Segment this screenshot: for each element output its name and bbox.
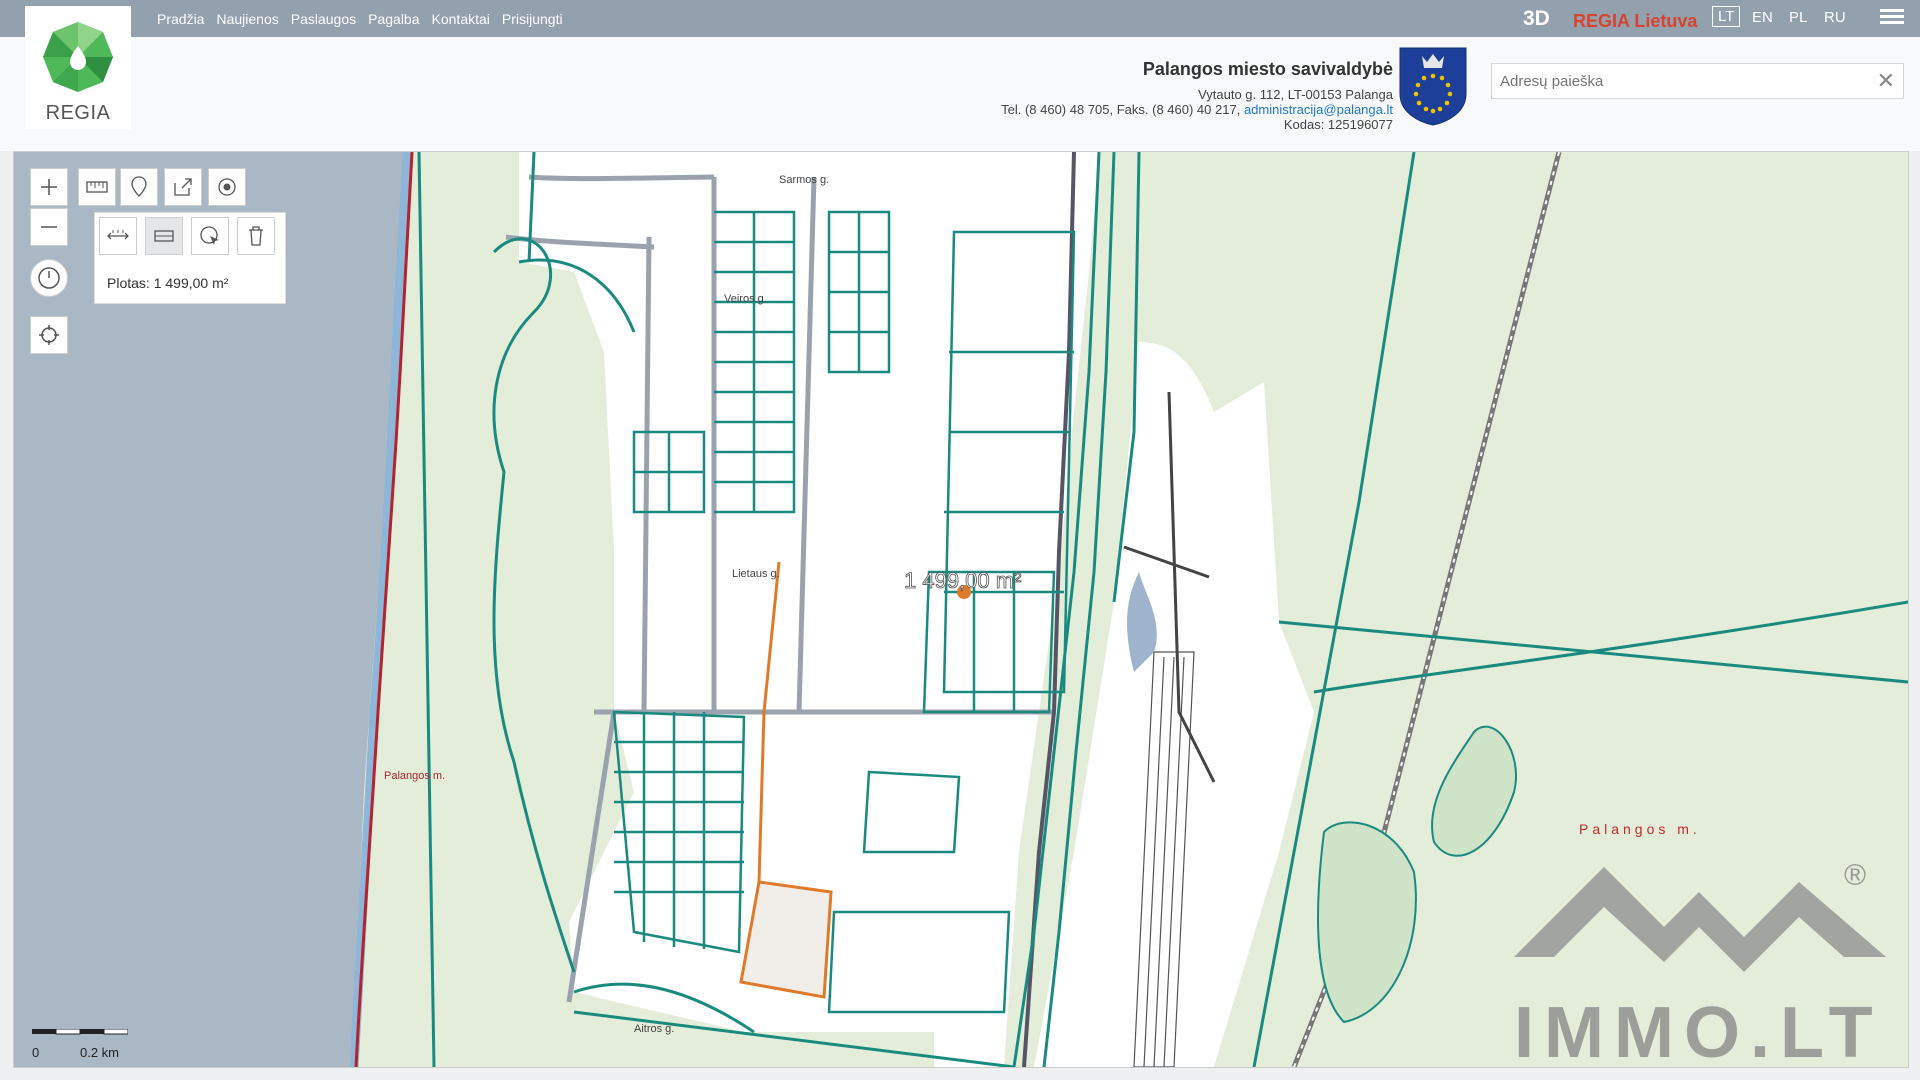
municipality-phone: Tel. (8 460) 48 705, Faks. (8 460) 40 21…	[1001, 102, 1241, 117]
regia-logo-icon	[43, 22, 113, 92]
lang-lt[interactable]: LT	[1712, 6, 1741, 27]
cursor-globe-icon	[200, 226, 219, 245]
airport-zone	[1034, 342, 1314, 1067]
3d-button[interactable]: 3D	[1523, 7, 1550, 31]
share-button[interactable]	[164, 168, 202, 206]
scale-bar	[32, 1029, 128, 1035]
distance-icon	[107, 230, 129, 240]
minus-icon	[41, 226, 57, 228]
lang-en[interactable]: EN	[1752, 9, 1773, 26]
brand-label[interactable]: REGIA Lietuva	[1573, 11, 1697, 32]
pin-icon	[131, 176, 147, 197]
street-label: Lietaus g.	[732, 568, 780, 580]
logo[interactable]: REGIA	[25, 6, 131, 129]
nav-item-prisijungti[interactable]: Prisijungti	[502, 11, 563, 27]
logo-text: REGIA	[45, 102, 111, 124]
municipality-address: Vytauto g. 112, LT-00153 Palanga	[1198, 87, 1393, 102]
measure-area-button[interactable]	[145, 217, 183, 255]
green-patch	[1317, 821, 1417, 1024]
target-icon	[218, 178, 236, 196]
main-nav: Pradžia Naujienos Paslaugos Pagalba Kont…	[157, 0, 563, 37]
history-button[interactable]	[30, 259, 68, 297]
nav-item-kontaktai[interactable]: Kontaktai	[432, 11, 490, 27]
municipality-email-link[interactable]: administracija@palanga.lt	[1244, 102, 1393, 117]
green-patch	[1431, 725, 1517, 857]
close-icon[interactable]: ✕	[1877, 68, 1895, 94]
street-label: Sarmos g.	[779, 174, 829, 186]
crosshair-icon	[39, 325, 59, 345]
measure-tool-button[interactable]	[78, 168, 116, 206]
place-label: Palangos m.	[384, 770, 445, 782]
ruler-icon	[86, 181, 108, 193]
coat-of-arms-icon	[1399, 47, 1467, 126]
locate-button[interactable]	[30, 316, 68, 354]
measure-panel: Plotas: 1 499,00 m²	[94, 212, 286, 304]
selected-parcel[interactable]	[739, 880, 833, 999]
nav-item-pagalba[interactable]: Pagalba	[368, 11, 419, 27]
menu-icon[interactable]	[1880, 9, 1904, 29]
address-search: ✕	[1491, 63, 1904, 99]
select-parcel-button[interactable]	[191, 217, 229, 255]
search-input[interactable]	[1492, 64, 1862, 98]
delete-button[interactable]	[237, 217, 275, 255]
scale-distance: 0.2 km	[80, 1045, 120, 1060]
measure-label: 1 499,00 m²	[904, 568, 1021, 593]
watermark-text: IMMO.LT	[1514, 993, 1883, 1067]
zoom-out-button[interactable]	[30, 208, 68, 246]
top-bar: Pradžia Naujienos Paslaugos Pagalba Kont…	[0, 0, 1920, 37]
clock-icon	[38, 267, 60, 289]
point-tool-button[interactable]	[208, 168, 246, 206]
area-icon	[154, 230, 174, 242]
municipality-code: Kodas: 125196077	[1283, 117, 1393, 132]
nav-item-naujienos[interactable]: Naujienos	[216, 11, 278, 27]
nav-item-paslaugos[interactable]: Paslaugos	[291, 11, 356, 27]
municipality-name: Palangos miesto savivaldybė	[1142, 59, 1393, 79]
lang-ru[interactable]: RU	[1824, 9, 1846, 26]
plus-icon	[41, 179, 57, 195]
measure-distance-button[interactable]	[99, 217, 137, 255]
street-label: Aitros g.	[634, 1023, 674, 1035]
place-label: Palangos m.	[1579, 821, 1701, 837]
immo-watermark: ® IMMO.LT	[1514, 859, 1886, 1067]
area-readout: Plotas: 1 499,00 m²	[107, 275, 229, 291]
share-icon	[174, 178, 192, 196]
zoom-in-button[interactable]	[30, 168, 68, 206]
municipality-info: Palangos miesto savivaldybė Vytauto g. 1…	[1001, 59, 1393, 132]
marker-tool-button[interactable]	[120, 168, 158, 206]
trash-icon	[249, 226, 263, 246]
nav-item-pradzia[interactable]: Pradžia	[157, 11, 204, 27]
street-label: Veiros g.	[724, 293, 767, 305]
registered-mark: ®	[1844, 859, 1866, 892]
scale-zero: 0	[32, 1045, 40, 1060]
lang-pl[interactable]: PL	[1789, 9, 1807, 26]
